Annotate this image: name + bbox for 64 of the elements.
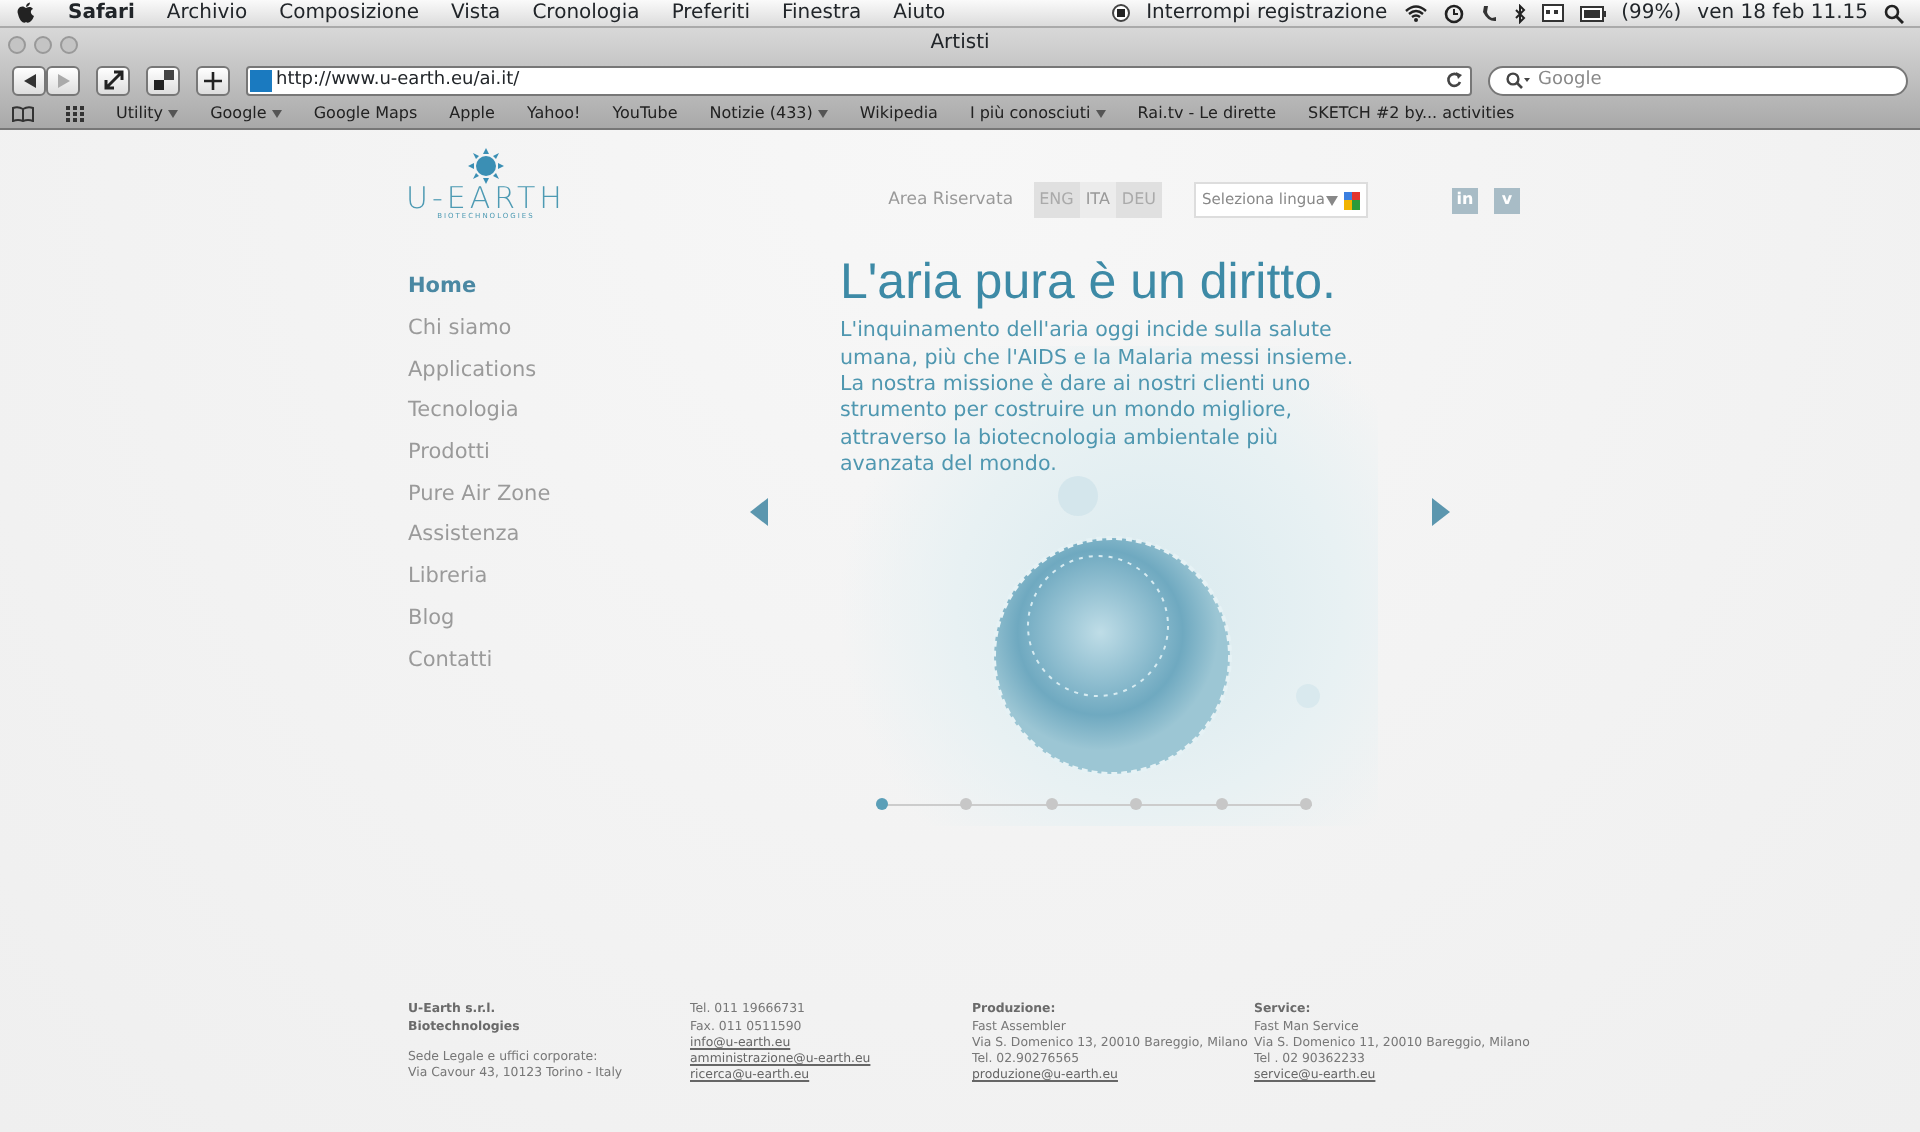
bookmark-item[interactable]: SKETCH #2 by... activities (1308, 100, 1515, 128)
caret-icon (271, 109, 282, 118)
bookmark-item[interactable]: Wikipedia (859, 100, 938, 128)
sun-icon (467, 148, 504, 184)
hero-title: L'aria pura è un diritto. (840, 254, 1338, 311)
grid-icon[interactable] (66, 106, 84, 122)
bluetooth-icon[interactable] (1513, 3, 1526, 23)
bookmark-item[interactable]: Yahoo! (526, 100, 581, 128)
menubar-clock[interactable]: ven 18 feb 11.15 (1697, 0, 1868, 27)
slide-indicator[interactable] (876, 798, 888, 811)
clock-icon[interactable] (1443, 3, 1464, 23)
back-button[interactable] (12, 65, 46, 95)
bookmark-item[interactable]: Utility (116, 100, 179, 128)
apple-logo-icon (16, 2, 36, 24)
fullscreen-button[interactable] (96, 65, 130, 95)
menu-item[interactable]: Composizione (279, 0, 420, 27)
forward-arrow-icon (57, 73, 69, 87)
menu-item[interactable]: Cronologia (532, 0, 640, 27)
menu-item[interactable]: Preferiti (671, 0, 750, 27)
next-arrow-icon[interactable] (1432, 498, 1450, 527)
plus-icon (204, 71, 222, 89)
bookmark-item[interactable]: Rai.tv - Le dirette (1137, 100, 1276, 128)
nav-link[interactable]: Home (408, 266, 748, 308)
logo-name: U-EARTH (406, 184, 566, 212)
expand-arrows-icon (103, 70, 123, 90)
previous-arrow-icon[interactable] (750, 498, 768, 527)
bookmark-item[interactable]: YouTube (612, 100, 678, 128)
menu-item[interactable]: Vista (451, 0, 501, 27)
search-field[interactable]: Google (1488, 65, 1908, 95)
caret-icon (168, 109, 179, 118)
bookmark-item[interactable]: Notizie (433) (709, 100, 828, 128)
menu-item[interactable]: Aiuto (893, 0, 946, 27)
squares-icon (153, 70, 173, 90)
address-bar[interactable]: http://www.u-earth.eu/ai.it/ (246, 65, 1472, 95)
google-colors-icon (1344, 191, 1360, 209)
book-icon[interactable] (12, 106, 34, 122)
battery-percentage: (99%) (1621, 0, 1682, 27)
reload-icon[interactable] (1446, 72, 1462, 88)
bookmark-item[interactable]: Apple (449, 100, 495, 128)
search-icon (1506, 71, 1530, 89)
menu-item[interactable]: Archivio (166, 0, 248, 27)
phone-icon[interactable] (1479, 3, 1498, 23)
bookmark-item[interactable]: Google (210, 100, 282, 128)
bookmark-item[interactable]: I più conosciuti (969, 100, 1106, 128)
hero-text: L'inquinamento dell'aria oggi incide sulla salute umana, più che l'AIDS e la Malaria messi insieme. La nostra missione è dare ai nostri clienti uno strumento per costruire un mondo migliore, attraverso la biotecnologia ambientale più avanzata del mondo. (840, 318, 1356, 480)
recording-status[interactable]: Interrompi registrazione (1146, 0, 1388, 27)
caret-icon (1095, 109, 1106, 118)
app-menu[interactable]: Safari (68, 0, 135, 27)
add-bookmark-button[interactable] (196, 65, 230, 95)
record-icon[interactable] (1112, 4, 1131, 22)
wifi-icon[interactable] (1403, 4, 1428, 22)
url-text: http://www.u-earth.eu/ai.it/ (276, 67, 520, 93)
menu-item[interactable]: Finestra (781, 0, 862, 27)
window-button[interactable] (146, 65, 180, 95)
site-favicon-icon (250, 69, 272, 91)
bookmark-item[interactable]: Google Maps (313, 100, 418, 128)
dropdown-triangle-icon (1326, 195, 1338, 205)
window-title: Artisti (930, 30, 990, 58)
forward-button[interactable] (46, 65, 80, 95)
search-icon[interactable] (1884, 3, 1904, 23)
search-placeholder: Google (1538, 67, 1602, 93)
back-arrow-icon (23, 73, 35, 87)
caret-icon (817, 109, 828, 118)
battery-icon[interactable] (1579, 5, 1606, 21)
